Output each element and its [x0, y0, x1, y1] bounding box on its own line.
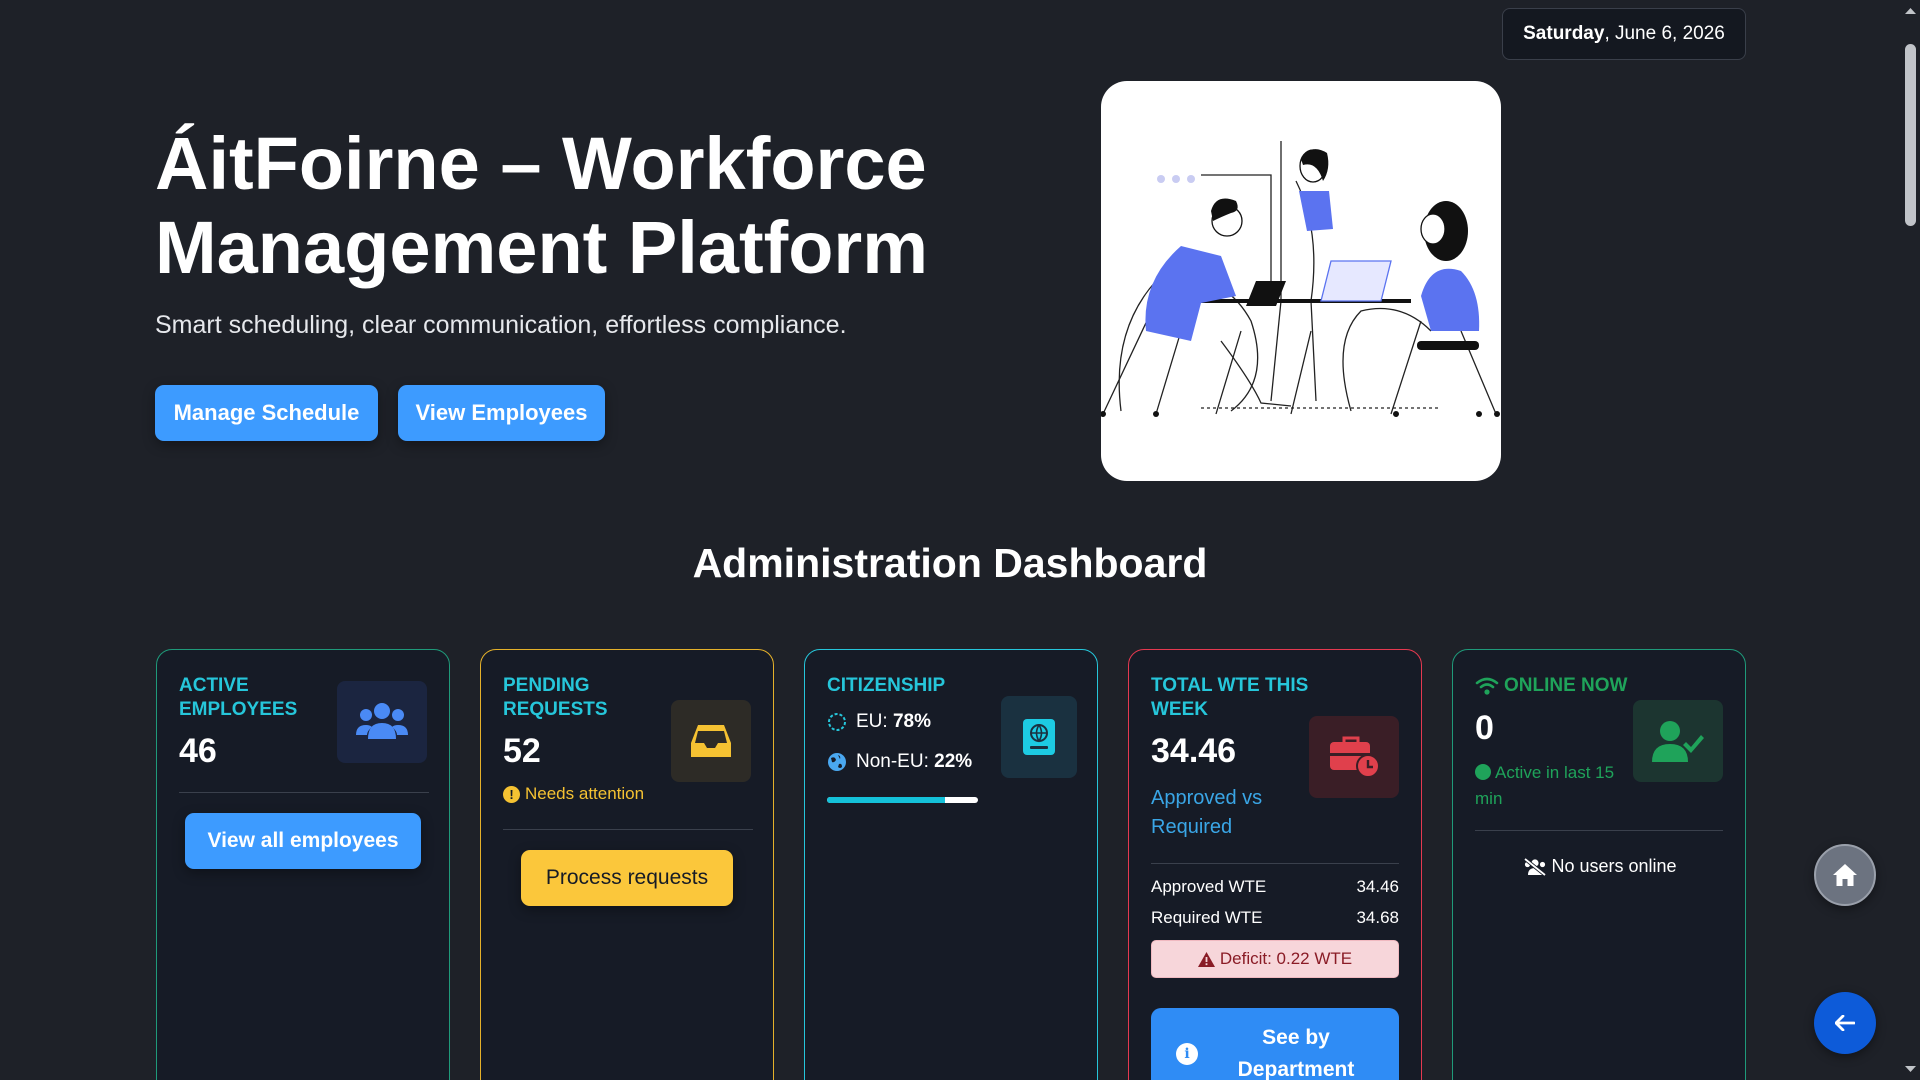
scroll-up-arrow-icon[interactable] — [1901, 4, 1920, 18]
view-all-employees-button[interactable]: View all employees — [185, 813, 421, 869]
see-by-department-button[interactable]: i See by Department — [1151, 1008, 1399, 1080]
view-employees-button[interactable]: View Employees — [398, 385, 605, 441]
date-badge: Saturday, June 6, 2026 — [1502, 8, 1746, 60]
home-button[interactable] — [1814, 844, 1876, 906]
inbox-icon — [671, 700, 751, 782]
users-slash-icon — [1524, 857, 1547, 876]
non-eu-label: Non-EU: — [856, 751, 929, 772]
hero-subtitle: Smart scheduling, clear communication, e… — [155, 311, 847, 339]
card-label: Active Employees — [179, 675, 298, 720]
citizenship-card: Citizenship EU: 78% Non-EU: 22% — [804, 649, 1098, 1080]
card-label: Total WTE this week — [1151, 675, 1309, 720]
page-title: ÁitFoirne – Workforce Management Platfor… — [155, 122, 929, 289]
card-value: 52 — [503, 732, 541, 770]
active-last-15-note: Active in last 15 min — [1475, 763, 1615, 808]
card-label: Online now — [1504, 675, 1628, 696]
total-wte-card: Total WTE this week 34.46 Approved vs Re… — [1128, 649, 1422, 1080]
hero-illustration — [1101, 81, 1501, 481]
deficit-alert: Deficit: 0.22 WTE — [1151, 940, 1399, 978]
passport-icon — [1001, 696, 1077, 778]
eu-value: 78% — [892, 711, 931, 732]
arrow-left-icon — [1835, 1015, 1855, 1031]
active-employees-card: Active Employees 46 View all employees — [156, 649, 450, 1080]
see-by-department-label: See by Department — [1237, 1026, 1355, 1080]
approved-wte-value: 34.46 — [1356, 877, 1399, 896]
card-label: Pending Requests — [503, 675, 608, 720]
card-value: 34.46 — [1151, 732, 1237, 770]
online-now-card: Online now 0 Active in last 15 min No us… — [1452, 649, 1746, 1080]
required-wte-label: Required WTE — [1151, 908, 1263, 927]
dashboard-title: Administration Dashboard — [692, 540, 1208, 586]
eu-progress-fill — [827, 797, 945, 803]
required-wte-value: 34.68 — [1356, 908, 1399, 927]
card-value: 0 — [1475, 709, 1494, 747]
users-icon — [337, 681, 427, 763]
eu-row: EU: 78% — [827, 711, 931, 733]
required-wte-row: Required WTE 34.68 — [1151, 908, 1399, 928]
needs-attention-note: Needs attention — [525, 784, 645, 803]
approved-vs-required-note: Approved vs Required — [1151, 787, 1263, 838]
scroll-down-arrow-icon[interactable] — [1901, 1062, 1920, 1076]
wifi-icon — [1475, 677, 1499, 695]
approved-wte-label: Approved WTE — [1151, 877, 1267, 896]
warning-icon — [1197, 951, 1215, 967]
manage-schedule-button[interactable]: Manage Schedule — [155, 385, 378, 441]
info-icon: i — [1176, 1043, 1198, 1065]
scrollbar-thumb[interactable] — [1905, 44, 1916, 226]
eu-label: EU: — [856, 711, 888, 732]
deficit-text: Deficit: 0.22 WTE — [1219, 949, 1353, 968]
no-users-online: No users online — [1453, 856, 1747, 877]
back-button[interactable] — [1814, 992, 1876, 1054]
date-rest: , June 6, 2026 — [1604, 23, 1725, 44]
non-eu-row: Non-EU: 22% — [827, 751, 972, 773]
card-label: Citizenship — [827, 675, 946, 696]
home-icon — [1833, 864, 1857, 886]
date-weekday: Saturday — [1523, 23, 1605, 44]
pending-requests-card: Pending Requests 52 ! Needs attention Pr… — [480, 649, 774, 1080]
globe-icon — [828, 753, 846, 771]
circle-icon — [828, 713, 846, 731]
exclamation-icon: ! — [503, 785, 520, 803]
briefcase-clock-icon — [1309, 716, 1399, 798]
online-status-dot — [1475, 764, 1491, 780]
citizenship-progress-bar — [827, 797, 978, 803]
user-check-icon — [1633, 700, 1723, 782]
process-requests-button[interactable]: Process requests — [521, 850, 733, 906]
non-eu-value: 22% — [934, 751, 973, 772]
approved-wte-row: Approved WTE 34.46 — [1151, 877, 1399, 897]
no-users-online-text: No users online — [1551, 856, 1677, 876]
card-value: 46 — [179, 732, 217, 770]
